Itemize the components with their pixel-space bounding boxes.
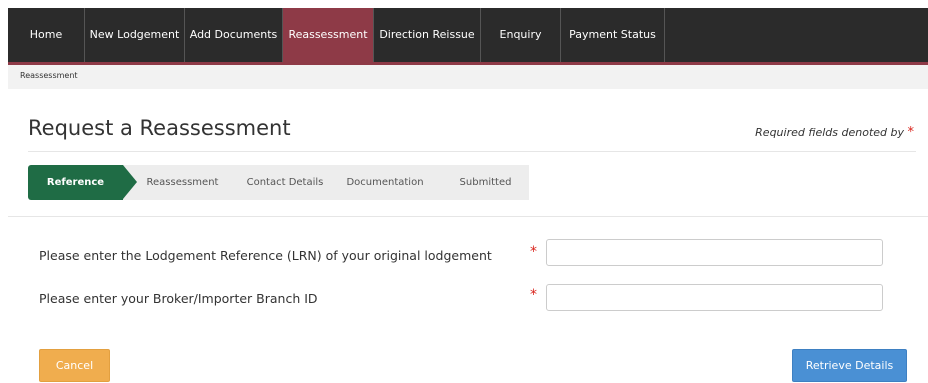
branch-id-input[interactable]	[546, 284, 883, 311]
nav-item-direction-reissue[interactable]: Direction Reissue	[374, 8, 481, 62]
required-fields-note: Required fields denoted by *	[755, 125, 914, 140]
breadcrumb-bar: Reassessment	[8, 65, 928, 89]
lrn-required-icon: *	[530, 244, 537, 260]
section-divider	[8, 216, 928, 217]
lrn-label: Please enter the Lodgement Reference (LR…	[39, 248, 492, 263]
required-note-text: Required fields denoted by	[755, 126, 904, 139]
title-divider	[28, 151, 916, 152]
step-arrow-icon	[228, 165, 242, 199]
branch-id-required-icon: *	[530, 287, 537, 303]
retrieve-details-button[interactable]: Retrieve Details	[792, 349, 907, 382]
page-title: Request a Reassessment	[28, 116, 291, 140]
nav-item-payment-status[interactable]: Payment Status	[561, 8, 665, 62]
required-star-icon: *	[907, 125, 915, 140]
app-frame: Home New Lodgement Add Documents Reasses…	[8, 8, 928, 383]
step-reassessment: Reassessment	[123, 165, 228, 200]
nav-item-reassessment[interactable]: Reassessment	[283, 8, 374, 62]
step-arrow-active-icon	[123, 165, 137, 199]
step-contact-details: Contact Details	[228, 165, 328, 200]
step-documentation: Documentation	[328, 165, 428, 200]
cancel-button[interactable]: Cancel	[39, 349, 110, 382]
nav-item-add-documents[interactable]: Add Documents	[185, 8, 283, 62]
branch-id-label: Please enter your Broker/Importer Branch…	[39, 291, 318, 306]
lrn-input[interactable]	[546, 239, 883, 266]
step-arrow-icon	[328, 165, 342, 199]
top-nav: Home New Lodgement Add Documents Reasses…	[8, 8, 928, 65]
step-submitted: Submitted	[428, 165, 529, 200]
nav-item-new-lodgement[interactable]: New Lodgement	[85, 8, 185, 62]
nav-item-enquiry[interactable]: Enquiry	[481, 8, 561, 62]
step-reference: Reference	[28, 165, 123, 200]
breadcrumb[interactable]: Reassessment	[20, 71, 78, 80]
nav-item-home[interactable]: Home	[8, 8, 85, 62]
